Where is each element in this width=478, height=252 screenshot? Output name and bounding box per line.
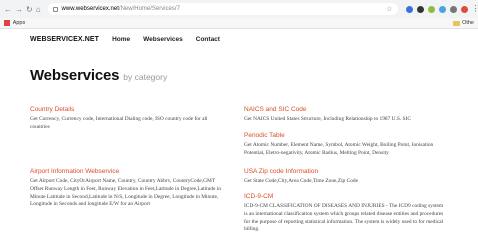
category-description: Get Airport Code, CityOrAirport Name, Co…: [30, 178, 221, 208]
site-navigation: WEBSERVICEX.NET Home Webservices Contact: [30, 33, 220, 45]
extension-icon[interactable]: [416, 5, 424, 13]
extension-icon[interactable]: [427, 5, 435, 13]
url-path: /New/Home/Services/7: [118, 6, 180, 12]
forward-icon[interactable]: →: [15, 5, 23, 14]
page-title-sub: by category: [123, 72, 168, 82]
category-description: Get NAICS United States Structure, Inclu…: [244, 116, 411, 122]
category-description: Get Atomic Number, Element Name, Symbol,…: [244, 142, 434, 156]
category-link[interactable]: Periodic Table: [244, 132, 444, 139]
category-country-details: Country Details Get Currency, Currency c…: [30, 106, 220, 132]
reload-icon[interactable]: ↻: [26, 5, 33, 14]
category-link[interactable]: USA Zip code Information: [244, 168, 444, 175]
address-bar[interactable]: www.webservicex.net/New/Home/Services/7 …: [47, 3, 398, 15]
home-icon[interactable]: ⌂: [36, 5, 41, 14]
page-title-main: Webservices: [30, 67, 120, 84]
category-airport: Airport Information Webservice Get Airpo…: [30, 168, 225, 209]
browser-toolbar: ← → ↻ ⌂ www.webservicex.net/New/Home/Ser…: [0, 0, 478, 18]
category-icd9: ICD-9-CM ICD-9-CM CLASSIFICATION OF DISE…: [244, 193, 444, 234]
nav-contact[interactable]: Contact: [196, 36, 220, 43]
extension-icon[interactable]: [438, 5, 446, 13]
category-description: Get State Code,City,Area Code,Time Zone,…: [244, 178, 358, 184]
site-logo[interactable]: WEBSERVICEX.NET: [30, 36, 99, 43]
category-naics: NAICS and SIC Code Get NAICS United Stat…: [244, 106, 444, 124]
category-link[interactable]: Country Details: [30, 106, 220, 113]
extension-icon[interactable]: [405, 5, 413, 13]
lock-icon: [52, 6, 58, 12]
category-link[interactable]: Airport Information Webservice: [30, 168, 225, 175]
bookmarks-bar: Apps Othe: [0, 18, 478, 29]
nav-webservices[interactable]: Webservices: [143, 36, 183, 43]
extension-icon[interactable]: [449, 5, 457, 13]
category-usa-zip: USA Zip code Information Get State Code,…: [244, 168, 444, 186]
bookmark-apps[interactable]: Apps: [13, 20, 26, 26]
page-title: Webservices by category: [30, 67, 167, 84]
nav-home[interactable]: Home: [112, 36, 130, 43]
back-icon[interactable]: ←: [4, 5, 12, 14]
folder-icon: [453, 20, 461, 26]
star-icon[interactable]: ☆: [386, 6, 392, 13]
bookmark-other[interactable]: Othe: [462, 20, 474, 26]
category-description: Get Currency, Currency code, Internation…: [30, 116, 208, 130]
apps-icon[interactable]: [4, 20, 10, 26]
category-periodic-table: Periodic Table Get Atomic Number, Elemen…: [244, 132, 444, 158]
category-link[interactable]: ICD-9-CM: [244, 193, 444, 200]
url-host: www.webservicex.net: [61, 6, 119, 12]
menu-icon[interactable]: ⋮: [472, 5, 478, 13]
category-link[interactable]: NAICS and SIC Code: [244, 106, 444, 113]
extension-icon[interactable]: [460, 5, 468, 13]
category-description: ICD-9-CM CLASSIFICATION OF DISEASES AND …: [244, 203, 444, 233]
